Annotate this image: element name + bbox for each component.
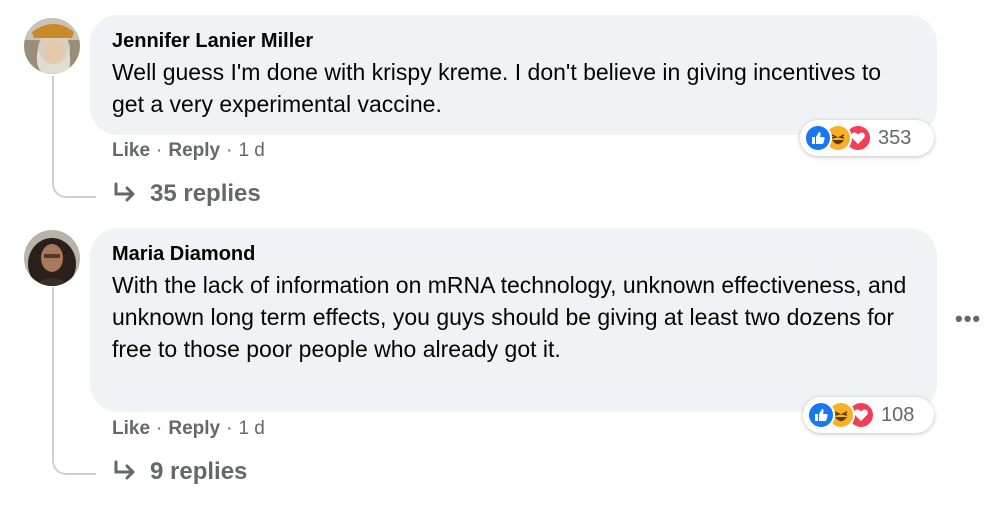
comment-timestamp[interactable]: 1 d xyxy=(238,140,264,162)
reply-button[interactable]: Reply xyxy=(168,418,220,440)
like-button[interactable]: Like xyxy=(112,418,150,440)
comment-bubble: Maria Diamond With the lack of informati… xyxy=(90,228,937,412)
separator: · xyxy=(156,140,163,161)
reaction-count: 108 xyxy=(881,403,915,426)
reaction-summary[interactable]: 108 xyxy=(803,397,934,433)
comment-actions: Like · Reply · 1 d xyxy=(112,140,265,162)
avatar[interactable] xyxy=(24,18,80,74)
comment-author[interactable]: Jennifer Lanier Miller xyxy=(112,29,915,53)
avatar-image xyxy=(24,230,80,286)
replies-count-label: 35 replies xyxy=(150,180,261,207)
view-replies-button[interactable]: 9 replies xyxy=(112,458,247,486)
comment-bubble: Jennifer Lanier Miller Well guess I'm do… xyxy=(90,15,937,135)
reaction-count: 353 xyxy=(878,126,912,149)
reply-arrow-icon xyxy=(114,182,135,202)
comment-timestamp[interactable]: 1 d xyxy=(238,418,264,440)
thumbs-up-icon xyxy=(804,124,832,152)
comment-text: With the lack of information on mRNA tec… xyxy=(112,272,907,362)
like-button[interactable]: Like xyxy=(112,140,150,162)
comment-actions: Like · Reply · 1 d xyxy=(112,418,265,440)
separator: · xyxy=(156,418,163,439)
comment-author[interactable]: Maria Diamond xyxy=(112,242,915,266)
thumbs-up-icon xyxy=(807,401,835,429)
avatar[interactable] xyxy=(24,230,80,286)
avatar-image xyxy=(24,18,80,74)
comment-text: Well guess I'm done with krispy kreme. I… xyxy=(112,59,881,117)
more-options-button[interactable]: ••• xyxy=(955,306,981,332)
separator: · xyxy=(226,418,233,439)
reply-button[interactable]: Reply xyxy=(168,140,220,162)
reaction-summary[interactable]: 353 xyxy=(800,120,934,156)
reply-arrow-icon xyxy=(114,460,135,480)
view-replies-button[interactable]: 35 replies xyxy=(112,180,261,208)
separator: · xyxy=(226,140,233,161)
replies-count-label: 9 replies xyxy=(150,458,248,485)
